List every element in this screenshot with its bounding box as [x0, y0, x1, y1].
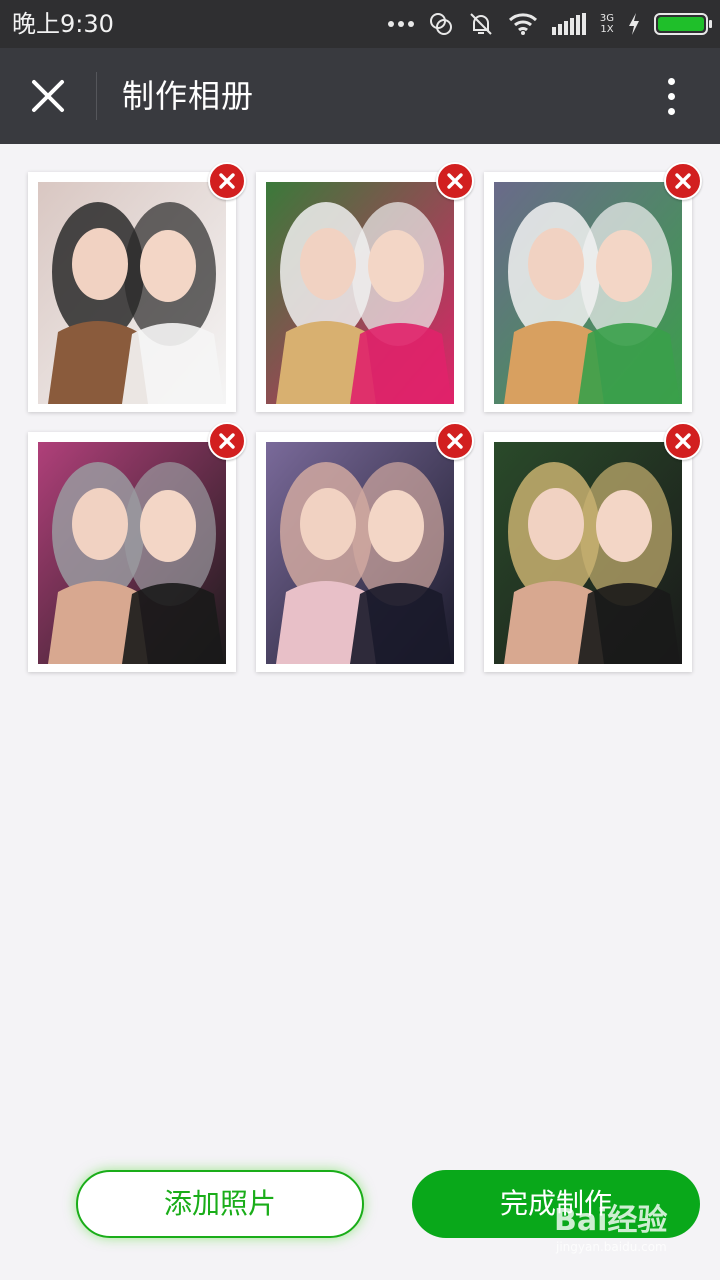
baidu-watermark: Bai经验 jingyan.baidu.com: [546, 1196, 696, 1260]
battery-icon: [654, 13, 712, 35]
remove-photo-button[interactable]: [208, 422, 246, 460]
photo-card: [256, 422, 474, 672]
photo-image: [266, 182, 454, 404]
more-options-button[interactable]: [644, 72, 698, 120]
remove-icon: [219, 433, 235, 449]
title-bar: 制作相册: [0, 48, 720, 144]
status-bar: 晚上9:30 3G 1X: [0, 0, 720, 48]
status-icons: 3G 1X: [387, 10, 712, 38]
wifi-icon: [508, 13, 537, 35]
photo-thumbnail[interactable]: [494, 182, 682, 404]
remove-photo-button[interactable]: [436, 162, 474, 200]
status-time: 晚上9:30: [12, 10, 114, 38]
remove-icon: [447, 433, 463, 449]
remove-icon: [675, 173, 691, 189]
photo-thumbnail[interactable]: [494, 442, 682, 664]
add-photo-button[interactable]: 添加照片: [76, 1170, 364, 1238]
network-type: 3G 1X: [600, 13, 614, 35]
header-divider: [96, 72, 97, 120]
sync-icon: [429, 13, 452, 35]
photo-image: [38, 182, 226, 404]
page-title: 制作相册: [122, 77, 255, 115]
photo-card: [28, 162, 246, 412]
close-icon: [32, 80, 64, 112]
close-button[interactable]: [22, 70, 74, 122]
photo-image: [494, 442, 682, 664]
photo-thumbnail[interactable]: [266, 182, 454, 404]
watermark-brand: Bai经验: [554, 1203, 668, 1238]
remove-photo-button[interactable]: [208, 162, 246, 200]
photo-image: [266, 442, 454, 664]
photo-image: [494, 182, 682, 404]
more-dots-icon: [387, 21, 414, 27]
photo-thumbnail[interactable]: [38, 182, 226, 404]
remove-icon: [219, 173, 235, 189]
photo-card: [484, 162, 702, 412]
battery-fill: [658, 17, 704, 31]
remove-icon: [675, 433, 691, 449]
remove-photo-button[interactable]: [664, 162, 702, 200]
mute-bell-icon: [470, 13, 492, 35]
network-type-label: 3G: [599, 13, 614, 24]
remove-icon: [447, 173, 463, 189]
watermark-url: jingyan.baidu.com: [556, 1240, 667, 1254]
photo-thumbnail[interactable]: [38, 442, 226, 664]
more-vertical-icon: [667, 77, 675, 85]
charging-icon: [629, 13, 639, 35]
remove-photo-button[interactable]: [436, 422, 474, 460]
photo-image: [38, 442, 226, 664]
photo-card: [484, 422, 702, 672]
photo-grid: [28, 162, 702, 672]
photo-card: [256, 162, 474, 412]
photo-card: [28, 422, 246, 672]
photo-thumbnail[interactable]: [266, 442, 454, 664]
network-sim-label: 1X: [600, 24, 614, 35]
signal-icon: [551, 13, 586, 35]
remove-photo-button[interactable]: [664, 422, 702, 460]
